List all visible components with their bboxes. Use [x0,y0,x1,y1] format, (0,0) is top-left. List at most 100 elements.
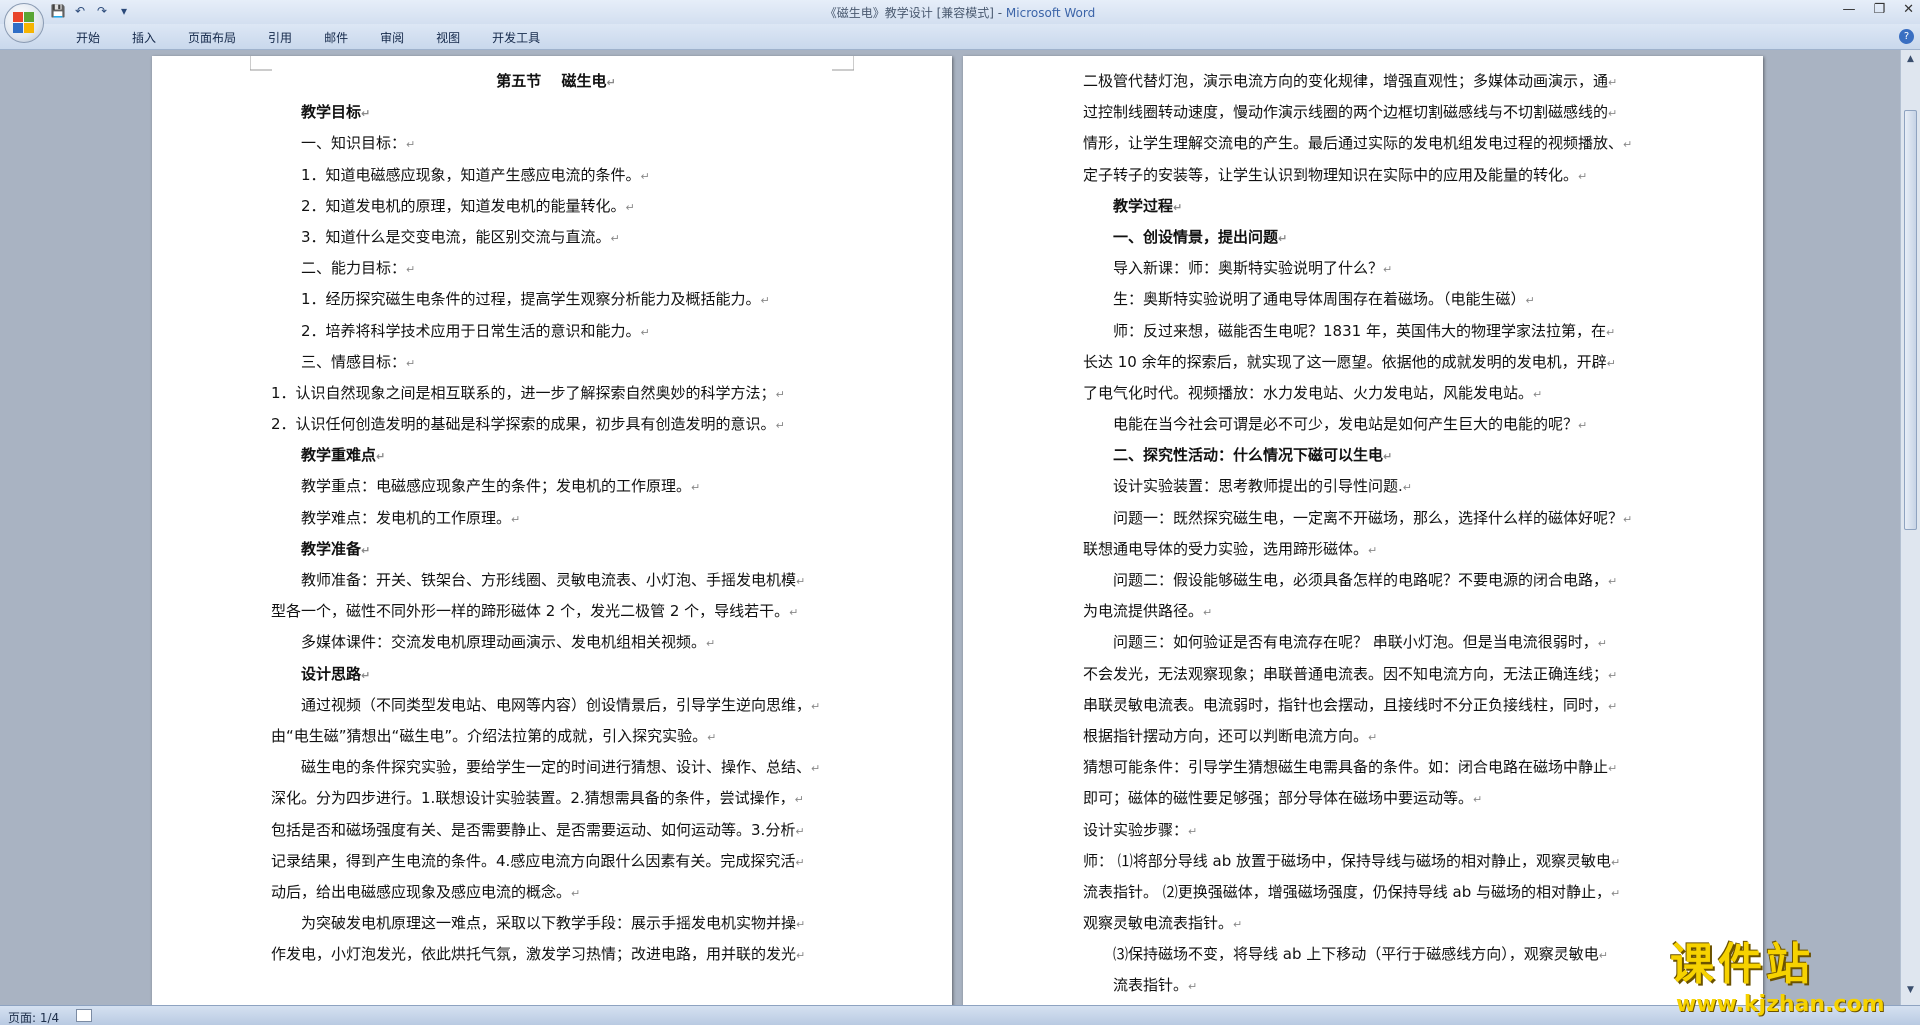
paragraph-line[interactable]: 设计实验装置：思考教师提出的引导性问题.↵ [1083,471,1653,502]
help-icon[interactable]: ? [1899,29,1914,44]
paragraph-mark-icon: ↵ [1606,356,1616,370]
paragraph-line[interactable]: 定子转子的安装等，让学生认识到物理知识在实际中的应用及能量的转化。↵ [1083,160,1653,191]
paragraph-line[interactable]: 磁生电的条件探究实验，要给学生一定的时间进行猜想、设计、操作、总结、↵ [271,752,841,783]
paragraph-line[interactable]: 根据指针摆动方向，还可以判断电流方向。↵ [1083,721,1653,752]
paragraph-line[interactable]: 一、创设情景，提出问题↵ [1083,222,1653,253]
paragraph-line[interactable]: 1．经历探究磁生电条件的过程，提高学生观察分析能力及概括能力。↵ [271,284,841,315]
paragraph-line[interactable]: 过控制线圈转动速度，慢动作演示线圈的两个边框切割磁感线与不切割磁感线的↵ [1083,97,1653,128]
paragraph-line[interactable]: 教学准备↵ [271,534,841,565]
paragraph-line[interactable]: 为电流提供路径。↵ [1083,596,1653,627]
paragraph-line[interactable]: 师： ⑴将部分导线 ab 放置于磁场中，保持导线与磁场的相对静止，观察灵敏电↵ [1083,846,1653,877]
paragraph-line[interactable]: 设计思路↵ [271,659,841,690]
paragraph-line[interactable]: 流表指针。 ⑵更换强磁体，增强磁场强度，仍保持导线 ab 与磁场的相对静止，↵ [1083,877,1653,908]
office-button[interactable] [4,3,44,43]
minimize-icon[interactable]: — [1842,2,1855,17]
paragraph-line[interactable]: 二极管代替灯泡，演示电流方向的变化规律，增强直观性；多媒体动画演示，通↵ [1083,66,1653,97]
paragraph-mark-icon: ↵ [796,949,806,963]
document-title: 《磁生电》教学设计 [兼容模式] - [824,6,1006,20]
paragraph-mark-icon: ↵ [789,606,799,620]
paragraph-mark-icon: ↵ [1473,793,1483,807]
tab-view[interactable]: 视图 [420,29,476,47]
paragraph-mark-icon: ↵ [406,263,416,277]
paragraph-line[interactable]: 作发电，小灯泡发光，依此烘托气氛，激发学习热情；改进电路，用并联的发光↵ [271,939,841,970]
paragraph-line[interactable]: 2．知道发电机的原理，知道发电机的能量转化。↵ [271,191,841,222]
paragraph-line[interactable]: 不会发光，无法观察现象；串联普通电流表。因不知电流方向，无法正确连线；↵ [1083,659,1653,690]
paragraph-line[interactable]: 教学重难点↵ [271,440,841,471]
page-2-text[interactable]: 二极管代替灯泡，演示电流方向的变化规律，增强直观性；多媒体动画演示，通↵ 过控制线… [1083,66,1653,1002]
tab-insert[interactable]: 插入 [116,29,172,47]
proofing-icon[interactable] [76,1009,92,1022]
paragraph-line[interactable]: ⑶保持磁场不变，将导线 ab 上下移动（平行于磁感线方向），观察灵敏电↵ [1083,939,1653,970]
vertical-scrollbar[interactable]: ▲ ▼ [1900,50,1920,1005]
title-bar: 💾 ↶ ↷ ▾ 《磁生电》教学设计 [兼容模式] - Microsoft Wor… [0,0,1920,24]
paragraph-line[interactable]: 教学重点：电磁感应现象产生的条件；发电机的工作原理。↵ [271,471,841,502]
paragraph-line[interactable]: 动后，给出电磁感应现象及感应电流的概念。↵ [271,877,841,908]
tab-home[interactable]: 开始 [60,29,116,47]
paragraph-mark-icon: ↵ [606,76,616,89]
paragraph-mark-icon: ↵ [406,138,416,152]
maximize-icon[interactable]: ❐ [1873,2,1885,17]
paragraph-mark-icon: ↵ [1578,169,1588,183]
paragraph-line[interactable]: 二、能力目标：↵ [271,253,841,284]
paragraph-line[interactable]: 通过视频（不同类型发电站、电网等内容）创设情景后，引导学生逆向思维，↵ [271,690,841,721]
paragraph-line[interactable]: 生：奥斯特实验说明了通电导体周围存在着磁场。（电能生磁）↵ [1083,284,1653,315]
paragraph-line[interactable]: 问题三：如何验证是否有电流存在呢？ 串联小灯泡。但是当电流很弱时，↵ [1083,627,1653,658]
paragraph-line[interactable]: 为突破发电机原理这一难点，采取以下教学手段：展示手摇发电机实物并操↵ [271,908,841,939]
paragraph-line[interactable]: 二、探究性活动：什么情况下磁可以生电↵ [1083,440,1653,471]
paragraph-line[interactable]: 即可；磁体的磁性要足够强；部分导体在磁场中要运动等。↵ [1083,783,1653,814]
paragraph-line[interactable]: 观察灵敏电流表指针。↵ [1083,908,1653,939]
paragraph-line[interactable]: 导入新课：师：奥斯特实验说明了什么？↵ [1083,253,1653,284]
paragraph-mark-icon: ↵ [376,450,386,464]
watermark-text: 课件站 [1670,939,1814,990]
paragraph-line[interactable]: 深化。分为四步进行。1.联想设计实验装置。2.猜想需具备的条件，尝试操作，↵ [271,783,841,814]
paragraph-mark-icon: ↵ [1278,231,1288,245]
paragraph-line[interactable]: 第五节 磁生电↵ [271,66,841,97]
paragraph-mark-icon: ↵ [1608,575,1618,588]
paragraph-line[interactable]: 电能在当今社会可谓是必不可少，发电站是如何产生巨大的电能的呢？↵ [1083,409,1653,440]
paragraph-line[interactable]: 教学过程↵ [1083,191,1653,222]
paragraph-line[interactable]: 问题二：假设能够磁生电，必须具备怎样的电路呢？不要电源的闭合电路，↵ [1083,565,1653,596]
paragraph-line[interactable]: 多媒体课件：交流发电机原理动画演示、发电机组相关视频。↵ [271,627,841,658]
paragraph-line[interactable]: 3．知道什么是交变电流，能区别交流与直流。↵ [271,222,841,253]
paragraph-line[interactable]: 记录结果，得到产生电流的条件。4.感应电流方向跟什么因素有关。完成探究活↵ [271,846,841,877]
paragraph-line[interactable]: 三、情感目标：↵ [271,347,841,378]
paragraph-line[interactable]: 串联灵敏电流表。电流弱时，指针也会摆动，且接线时不分正负接线柱，同时，↵ [1083,690,1653,721]
tab-page-layout[interactable]: 页面布局 [172,29,252,47]
paragraph-line[interactable]: 2．认识任何创造发明的基础是科学探索的成果，初步具有创造发明的意识。↵ [271,409,841,440]
document-area[interactable]: 第五节 磁生电↵ 教学目标↵ 一、知识目标：↵ 1．知道电磁感应现象，知道产生感应电流… [0,50,1900,1005]
paragraph-mark-icon: ↵ [1533,387,1543,401]
tab-references[interactable]: 引用 [252,29,308,47]
paragraph-line[interactable]: 长达 10 余年的探索后，就实现了这一愿望。依据他的成就发明的发电机，开辟↵ [1083,347,1653,378]
site-watermark: 课件站 www.kjzhan.com [1670,928,1910,1017]
scroll-thumb[interactable] [1904,110,1917,530]
document-page-1[interactable]: 第五节 磁生电↵ 教学目标↵ 一、知识目标：↵ 1．知道电磁感应现象，知道产生感应电流… [152,56,952,1005]
paragraph-line[interactable]: 一、知识目标：↵ [271,128,841,159]
paragraph-line[interactable]: 1．认识自然现象之间是相互联系的，进一步了解探索自然奥妙的科学方法；↵ [271,378,841,409]
paragraph-line[interactable]: 了电气化时代。视频播放：水力发电站、火力发电站，风能发电站。↵ [1083,378,1653,409]
paragraph-mark-icon: ↵ [1383,450,1393,464]
paragraph-line[interactable]: 设计实验步骤：↵ [1083,815,1653,846]
close-icon[interactable]: ✕ [1903,2,1914,17]
paragraph-line[interactable]: 2．培养将科学技术应用于日常生活的意识和能力。↵ [271,316,841,347]
paragraph-line[interactable]: 包括是否和磁场强度有关、是否需要静止、是否需要运动、如何运动等。3.分析↵ [271,815,841,846]
paragraph-line[interactable]: 猜想可能条件：引导学生猜想磁生电需具备的条件。如：闭合电路在磁场中静止↵ [1083,752,1653,783]
tab-review[interactable]: 审阅 [364,29,420,47]
paragraph-line[interactable]: 教学难点：发电机的工作原理。↵ [271,503,841,534]
paragraph-line[interactable]: 师：反过来想，磁能否生电呢？1831 年，英国伟大的物理学家法拉第，在↵ [1083,316,1653,347]
page-1-text[interactable]: 第五节 磁生电↵ 教学目标↵ 一、知识目标：↵ 1．知道电磁感应现象，知道产生感应电流… [271,66,841,970]
paragraph-mark-icon: ↵ [1188,980,1198,994]
paragraph-line[interactable]: 问题一：既然探究磁生电，一定离不开磁场，那么，选择什么样的磁体好呢？↵ [1083,503,1653,534]
tab-developer[interactable]: 开发工具 [476,29,556,47]
paragraph-line[interactable]: 教师准备：开关、铁架台、方形线圈、灵敏电流表、小灯泡、手摇发电机模↵ [271,565,841,596]
document-page-2[interactable]: 二极管代替灯泡，演示电流方向的变化规律，增强直观性；多媒体动画演示，通↵ 过控制线… [963,56,1763,1005]
paragraph-line[interactable]: 1．知道电磁感应现象，知道产生感应电流的条件。↵ [271,160,841,191]
paragraph-line[interactable]: 联想通电导体的受力实验，选用蹄形磁体。↵ [1083,534,1653,565]
paragraph-line[interactable]: 流表指针。↵ [1083,970,1653,1001]
paragraph-line[interactable]: 情形，让学生理解交流电的产生。最后通过实际的发电机组发电过程的视频播放、↵ [1083,128,1653,159]
paragraph-line[interactable]: 由“电生磁”猜想出“磁生电”。介绍法拉第的成就，引入探究实验。↵ [271,721,841,752]
paragraph-line[interactable]: 型各一个，磁性不同外形一样的蹄形磁体 2 个，发光二极管 2 个，导线若干。↵ [271,596,841,627]
page-indicator[interactable]: 页面: 1/4 [8,1009,59,1025]
scroll-up-icon[interactable]: ▲ [1904,54,1917,68]
paragraph-line[interactable]: 教学目标↵ [271,97,841,128]
tab-mailings[interactable]: 邮件 [308,29,364,47]
